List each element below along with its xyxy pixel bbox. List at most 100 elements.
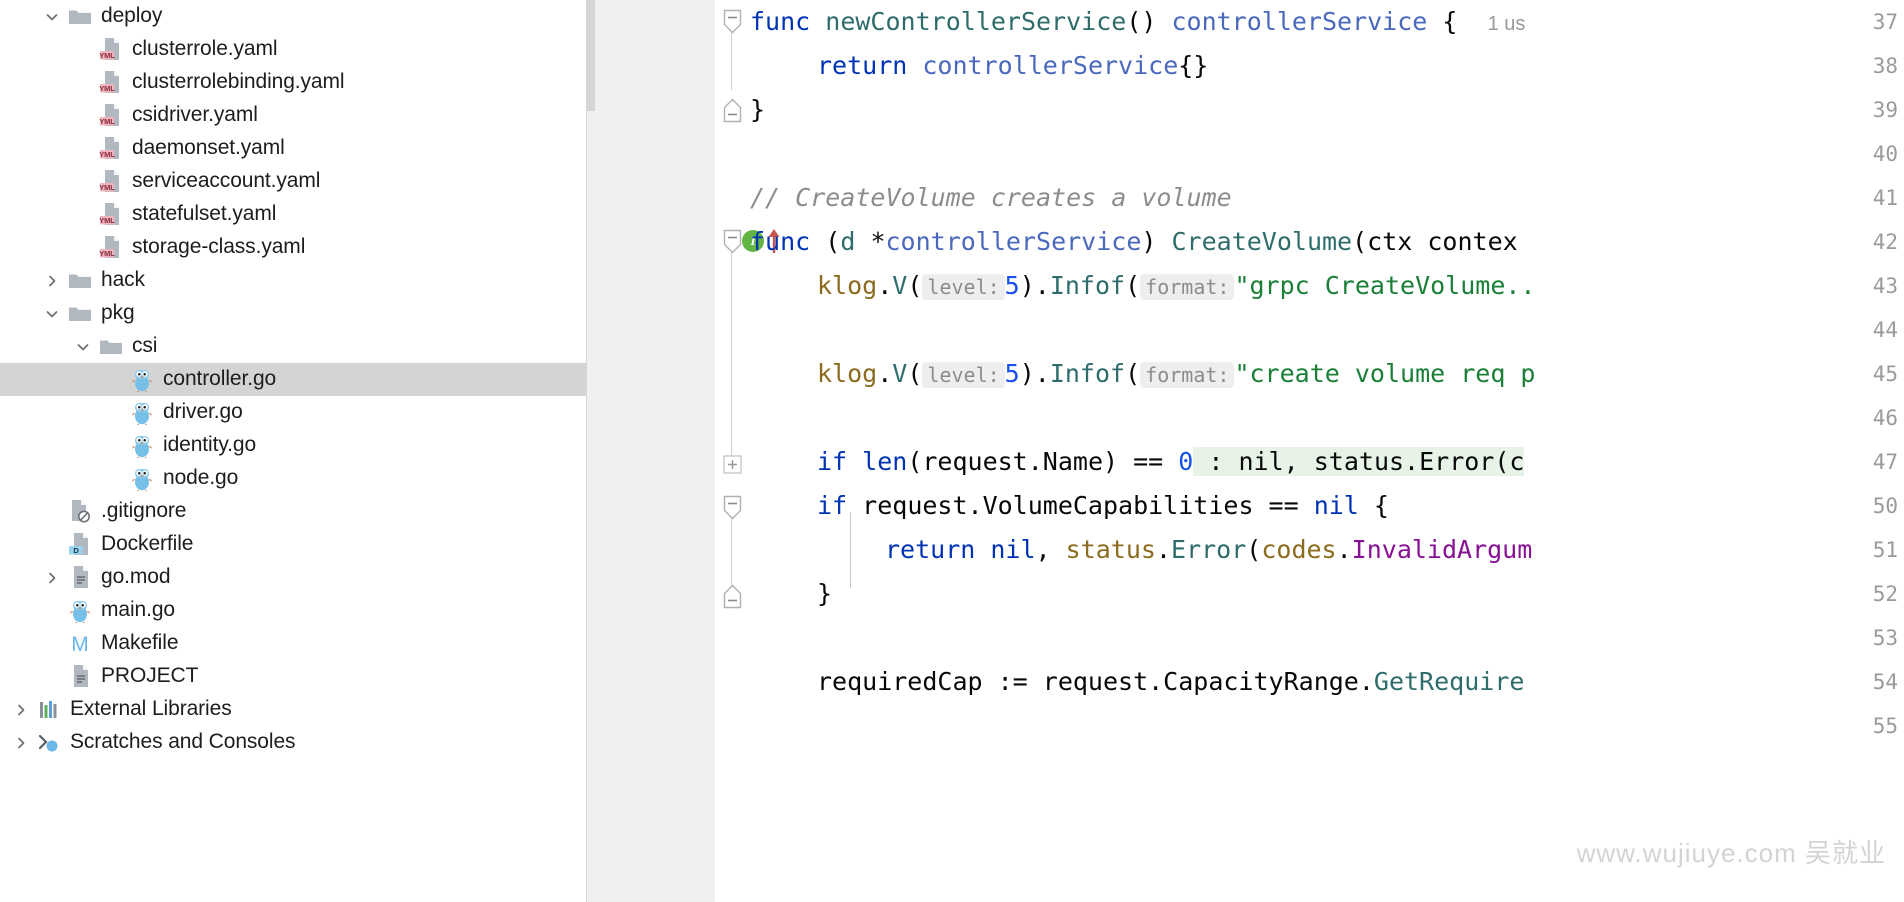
tree-item-makefile[interactable]: M Makefile — [0, 627, 586, 660]
tree-item-project[interactable]: PROJECT — [0, 660, 586, 693]
editor-gutter[interactable] — [587, 0, 715, 902]
token-struct-type: controllerService — [922, 51, 1179, 80]
chevron-right-icon[interactable] — [39, 273, 65, 289]
token-paren: ( — [907, 359, 923, 388]
svg-text:YML: YML — [99, 183, 115, 192]
tree-item-label: External Libraries — [70, 697, 232, 720]
svg-text:D: D — [73, 546, 79, 555]
tree-item-daemonset-yaml[interactable]: YML daemonset.yaml — [0, 132, 586, 165]
project-tree-panel[interactable]: deploy YML clusterrole.yaml YML clusterroleb… — [0, 0, 587, 902]
tree-item-clusterrolebinding-yaml[interactable]: YML clusterrolebinding.yaml — [0, 66, 586, 99]
fold-expand-collapsed-47[interactable] — [715, 442, 750, 486]
tree-item-identity-go[interactable]: identity.go — [0, 429, 586, 462]
dockerfile-icon: D — [65, 532, 95, 557]
tree-item-label: csi — [132, 334, 158, 357]
fold-collapse-50[interactable] — [715, 486, 750, 530]
token-func-keyword: func — [750, 7, 811, 36]
chevron-down-icon[interactable] — [39, 9, 65, 25]
token-paren-dot: ). — [1019, 271, 1050, 300]
token-v-call: V — [892, 359, 908, 388]
yaml-file-icon: YML — [96, 202, 126, 227]
chevron-down-icon[interactable] — [70, 339, 96, 355]
tree-item-external-libraries[interactable]: External Libraries — [0, 693, 586, 726]
tree-item-label: controller.go — [163, 367, 277, 390]
tree-item-controller-go[interactable]: controller.go — [0, 363, 586, 396]
tree-item-node-go[interactable]: node.go — [0, 462, 586, 495]
token-getter-call: GetRequire — [1373, 667, 1525, 696]
go-file-icon — [127, 400, 157, 425]
svg-text:YML: YML — [99, 150, 115, 159]
tree-item-main-go[interactable]: main.go — [0, 594, 586, 627]
libraries-icon — [34, 699, 64, 721]
gutter-change-strip — [587, 0, 595, 111]
token-if-keyword: if — [817, 491, 848, 520]
code-editor-panel[interactable]: 37 38 39 40 41 42 43 44 45 46 47 50 51 52 53 54 55 — [587, 0, 1904, 902]
chevron-right-icon[interactable] — [8, 735, 34, 751]
tree-item-dockerfile[interactable]: D Dockerfile — [0, 528, 586, 561]
tree-item-statefulset-yaml[interactable]: YML statefulset.yaml — [0, 198, 586, 231]
token-return-keyword: return — [817, 51, 908, 80]
token-receiver-name: d — [840, 227, 856, 256]
tree-item-storage-class-yaml[interactable]: YML storage-class.yaml — [0, 231, 586, 264]
tree-item-label: node.go — [163, 466, 239, 489]
param-hint-level: level: — [922, 362, 1005, 388]
token-function-name: newControllerService — [825, 7, 1127, 36]
code-line-50: if request.VolumeCapabilities == nil { — [750, 484, 1389, 528]
chevron-right-icon[interactable] — [8, 702, 34, 718]
token-comment: // CreateVolume creates a volume — [750, 183, 1232, 212]
fold-collapse-37[interactable] — [715, 0, 750, 44]
tree-item-serviceaccount-yaml[interactable]: YML serviceaccount.yaml — [0, 165, 586, 198]
chevron-right-icon[interactable] — [39, 570, 65, 586]
code-line-39: } — [750, 88, 765, 132]
yaml-file-icon: YML — [96, 235, 126, 260]
fold-expand-52[interactable] — [715, 574, 750, 618]
text-file-icon — [65, 664, 95, 689]
folded-code-region[interactable]: : nil, status.Error(c — [1193, 447, 1525, 476]
tree-item-csi[interactable]: csi — [0, 330, 586, 363]
code-line-42: func (d *controllerService) CreateVolume… — [750, 220, 1518, 264]
param-hint-format: format: — [1140, 362, 1235, 388]
tree-item-scratches-and-consoles[interactable]: Scratches and Consoles — [0, 726, 586, 759]
tree-item-pkg[interactable]: pkg — [0, 297, 586, 330]
code-content[interactable]: func newControllerService() controllerSe… — [750, 0, 1904, 902]
token-status-pkg: status — [1065, 535, 1156, 564]
token-const: InvalidArgum — [1351, 535, 1533, 564]
token-braces: {} — [1178, 51, 1209, 80]
token-error-call: Error — [1171, 535, 1247, 564]
fold-line-42 — [731, 242, 732, 462]
tree-item-label: PROJECT — [101, 664, 199, 687]
fold-expand-39[interactable] — [715, 88, 750, 132]
go-file-icon — [127, 466, 157, 491]
token-paren: ( — [907, 271, 923, 300]
code-folding-column[interactable] — [715, 0, 750, 902]
code-line-52: } — [750, 572, 832, 616]
token-v-call: V — [892, 271, 908, 300]
tree-item-go-mod[interactable]: go.mod — [0, 561, 586, 594]
yaml-file-icon: YML — [96, 136, 126, 161]
tree-item-clusterrole-yaml[interactable]: YML clusterrole.yaml — [0, 33, 586, 66]
tree-item-hack[interactable]: hack — [0, 264, 586, 297]
code-line-41: // CreateVolume creates a volume — [750, 176, 1232, 220]
tree-item-deploy[interactable]: deploy — [0, 0, 586, 33]
token-paren: ( — [1125, 359, 1141, 388]
go-file-icon — [127, 433, 157, 458]
makefile-icon: M — [65, 631, 95, 656]
folder-icon — [65, 304, 95, 324]
token-method-name: CreateVolume — [1171, 227, 1353, 256]
token-brace: { — [1427, 7, 1458, 36]
token-number: 0 — [1178, 447, 1194, 476]
gitignore-file-icon — [65, 499, 95, 524]
chevron-down-icon[interactable] — [39, 306, 65, 322]
token-return-type: controllerService — [1171, 7, 1428, 36]
token-condition: (request.Name) == — [907, 447, 1179, 476]
tree-item-driver-go[interactable]: driver.go — [0, 396, 586, 429]
go-file-icon — [65, 598, 95, 623]
tree-item-csidriver-yaml[interactable]: YML csidriver.yaml — [0, 99, 586, 132]
tree-item-gitignore[interactable]: .gitignore — [0, 495, 586, 528]
tree-item-label: daemonset.yaml — [132, 136, 285, 159]
usage-hint[interactable]: 1 us — [1488, 13, 1526, 35]
token-close-brace: } — [817, 579, 833, 608]
token-number: 5 — [1004, 359, 1020, 388]
svg-text:YML: YML — [99, 84, 115, 93]
go-file-icon — [127, 367, 157, 392]
